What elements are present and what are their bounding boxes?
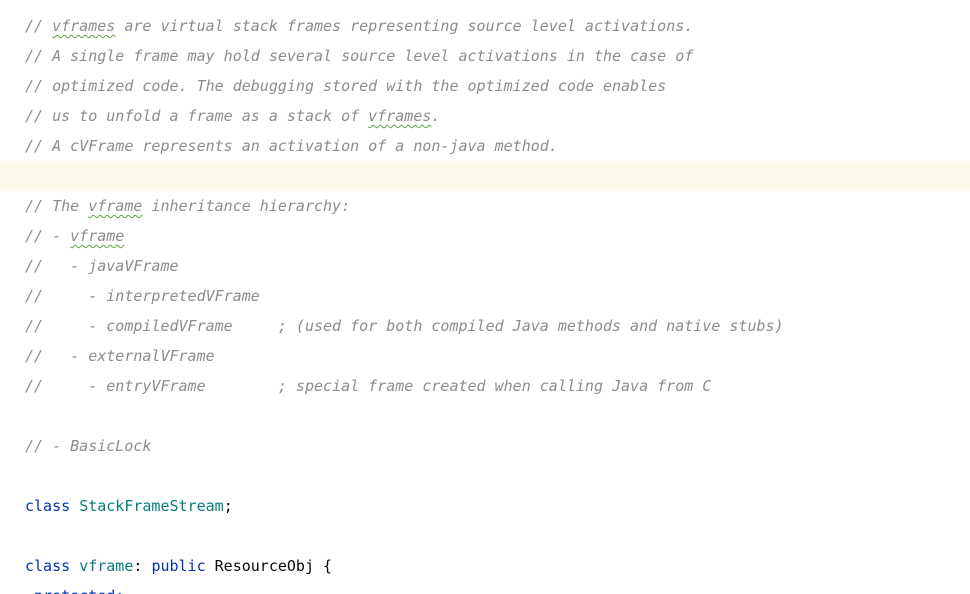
code-token: ResourceObj { <box>205 557 333 575</box>
code-line[interactable]: class vframe: public ResourceObj { <box>0 551 970 581</box>
code-line[interactable]: // A single frame may hold several sourc… <box>0 41 970 71</box>
comment-text: // - <box>25 227 71 245</box>
comment-text: // optimized code. The debugging stored … <box>25 77 667 95</box>
comment-text: are virtual stack frames representing so… <box>115 17 694 35</box>
spelling-typo-word: vframes <box>52 17 116 35</box>
code-token: ; <box>223 497 233 515</box>
code-line[interactable]: // us to unfold a frame as a stack of vf… <box>0 101 970 131</box>
code-line-partial[interactable]: protected: <box>0 581 970 594</box>
code-line[interactable] <box>0 461 970 491</box>
code-line[interactable]: class StackFrameStream; <box>0 491 970 521</box>
comment-text: // - BasicLock <box>25 437 152 455</box>
comment-text: // <box>25 17 53 35</box>
keyword-token: public <box>151 557 206 575</box>
keyword-token: protected: <box>25 587 124 594</box>
code-line[interactable] <box>0 401 970 431</box>
code-line[interactable]: // The vframe inheritance hierarchy: <box>0 191 970 221</box>
code-token: : <box>133 557 152 575</box>
spelling-typo-word: vframe <box>88 197 143 215</box>
code-line[interactable]: // vframes are virtual stack frames repr… <box>0 11 970 41</box>
comment-text: // - interpretedVFrame <box>25 287 260 305</box>
keyword-token: class <box>25 557 71 575</box>
code-line[interactable]: // - interpretedVFrame <box>0 281 970 311</box>
comment-text: // A cVFrame represents an activation of… <box>25 137 558 155</box>
code-line[interactable]: // optimized code. The debugging stored … <box>0 71 970 101</box>
spelling-typo-word: vframes <box>368 107 432 125</box>
comment-text: . <box>431 107 441 125</box>
keyword-token: class <box>25 497 71 515</box>
comment-text: inheritance hierarchy: <box>142 197 351 215</box>
code-line[interactable]: // - externalVFrame <box>0 341 970 371</box>
code-lines: // vframes are virtual stack frames repr… <box>0 0 970 594</box>
comment-text: // - externalVFrame <box>25 347 215 365</box>
code-line[interactable]: // - compiledVFrame ; (used for both com… <box>0 311 970 341</box>
code-line[interactable]: // - BasicLock <box>0 431 970 461</box>
code-line[interactable]: // - javaVFrame <box>0 251 970 281</box>
code-line[interactable] <box>0 521 970 551</box>
comment-text: // - compiledVFrame ; (used for both com… <box>25 317 784 335</box>
comment-text: // The <box>25 197 89 215</box>
comment-text: // us to unfold a frame as a stack of <box>25 107 369 125</box>
code-line[interactable]: // - entryVFrame ; special frame created… <box>0 371 970 401</box>
code-editor[interactable]: // vframes are virtual stack frames repr… <box>0 0 970 594</box>
comment-text: // - javaVFrame <box>25 257 179 275</box>
class-name-token: vframe <box>79 557 134 575</box>
code-line[interactable]: // - vframe <box>0 221 970 251</box>
code-line[interactable]: // A cVFrame represents an activation of… <box>0 131 970 161</box>
class-name-token: StackFrameStream <box>79 497 224 515</box>
code-line-current[interactable] <box>0 161 970 191</box>
comment-text: // A single frame may hold several sourc… <box>25 47 694 65</box>
comment-text: // - entryVFrame ; special frame created… <box>25 377 712 395</box>
spelling-typo-word: vframe <box>70 227 125 245</box>
